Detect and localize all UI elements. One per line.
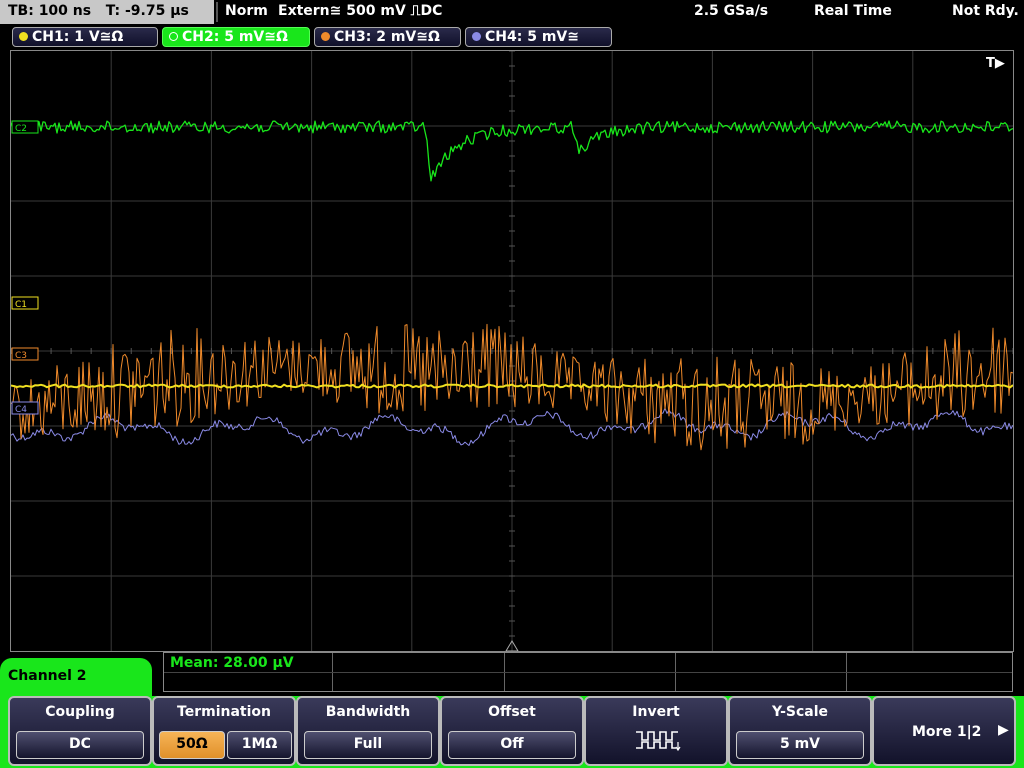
tab-ch2[interactable]: CH2: 5 mV≅Ω <box>162 27 310 47</box>
offset-value-button[interactable]: Off <box>448 731 576 759</box>
ch2-indicator-icon <box>169 32 178 41</box>
invert-softkey[interactable]: Invert <box>584 696 728 766</box>
yscale-value-button[interactable]: 5 mV <box>736 731 864 759</box>
waveform-display[interactable]: C2 C1 C3 C4 T▶ <box>10 50 1014 652</box>
tab-ch2-label: CH2: 5 mV≅Ω <box>182 29 288 45</box>
ch2-marker: C2 <box>15 124 27 134</box>
tab-ch4-label: CH4: 5 mV≅ <box>485 29 579 45</box>
divider <box>216 2 218 22</box>
coupling-title: Coupling <box>45 704 115 720</box>
more-label: More 1|2 <box>912 724 982 740</box>
divider <box>164 672 1012 673</box>
ch4-indicator-icon <box>472 32 481 41</box>
termination-title: Termination <box>177 704 271 720</box>
offset-title: Offset <box>488 704 536 720</box>
more-softkey[interactable]: More 1|2 ▶ <box>872 696 1016 766</box>
trigger-source[interactable]: Extern≅ 500 mV ⎍DC <box>278 3 442 19</box>
bandwidth-title: Bandwidth <box>325 704 411 720</box>
timebase-box[interactable]: TB: 100 ns T: -9.75 µs <box>0 0 214 24</box>
bandwidth-softkey[interactable]: Bandwidth Full <box>296 696 440 766</box>
termination-softkey[interactable]: Termination 50Ω 1MΩ <box>152 696 296 766</box>
measurement-bar: Mean: 28.00 µV <box>163 652 1013 692</box>
invert-waveform-icon <box>636 731 681 752</box>
ch3-indicator-icon <box>321 32 330 41</box>
trigger-time-value: T: -9.75 µs <box>105 3 189 19</box>
tab-ch3[interactable]: CH3: 2 mV≅Ω <box>314 27 461 47</box>
trigger-marker: T▶ <box>986 56 1005 71</box>
bandwidth-value-button[interactable]: Full <box>304 731 432 759</box>
arrow-right-icon: ▶ <box>998 722 1009 738</box>
menu-channel-title-text: Channel 2 <box>8 668 87 684</box>
tab-ch3-label: CH3: 2 mV≅Ω <box>334 29 440 45</box>
yscale-softkey[interactable]: Y-Scale 5 mV <box>728 696 872 766</box>
tab-ch1-label: CH1: 1 V≅Ω <box>32 29 124 45</box>
ch1-marker: C1 <box>15 300 27 310</box>
measurement-mean: Mean: 28.00 µV <box>170 655 294 671</box>
coupling-value-button[interactable]: DC <box>16 731 144 759</box>
coupling-softkey[interactable]: Coupling DC <box>8 696 152 766</box>
waveform-canvas: C2 C1 C3 C4 T▶ <box>10 50 1014 652</box>
acquisition-mode: Real Time <box>814 3 892 19</box>
tab-ch4[interactable]: CH4: 5 mV≅ <box>465 27 612 47</box>
timebase-value: TB: 100 ns <box>8 3 92 19</box>
ch1-indicator-icon <box>19 32 28 41</box>
offset-softkey[interactable]: Offset Off <box>440 696 584 766</box>
invert-title: Invert <box>632 704 680 720</box>
trigger-mode[interactable]: Norm <box>225 3 268 19</box>
ch3-marker: C3 <box>15 351 27 361</box>
termination-1mohm-button[interactable]: 1MΩ <box>227 731 292 759</box>
termination-50ohm-button[interactable]: 50Ω <box>159 731 225 759</box>
ch4-marker: C4 <box>15 405 27 415</box>
status-bar: TB: 100 ns T: -9.75 µs Norm Extern≅ 500 … <box>0 0 1024 24</box>
acquisition-state: Not Rdy. <box>952 3 1019 19</box>
sample-rate: 2.5 GSa/s <box>694 3 769 19</box>
yscale-title: Y-Scale <box>771 704 828 720</box>
tab-ch1[interactable]: CH1: 1 V≅Ω <box>12 27 158 47</box>
